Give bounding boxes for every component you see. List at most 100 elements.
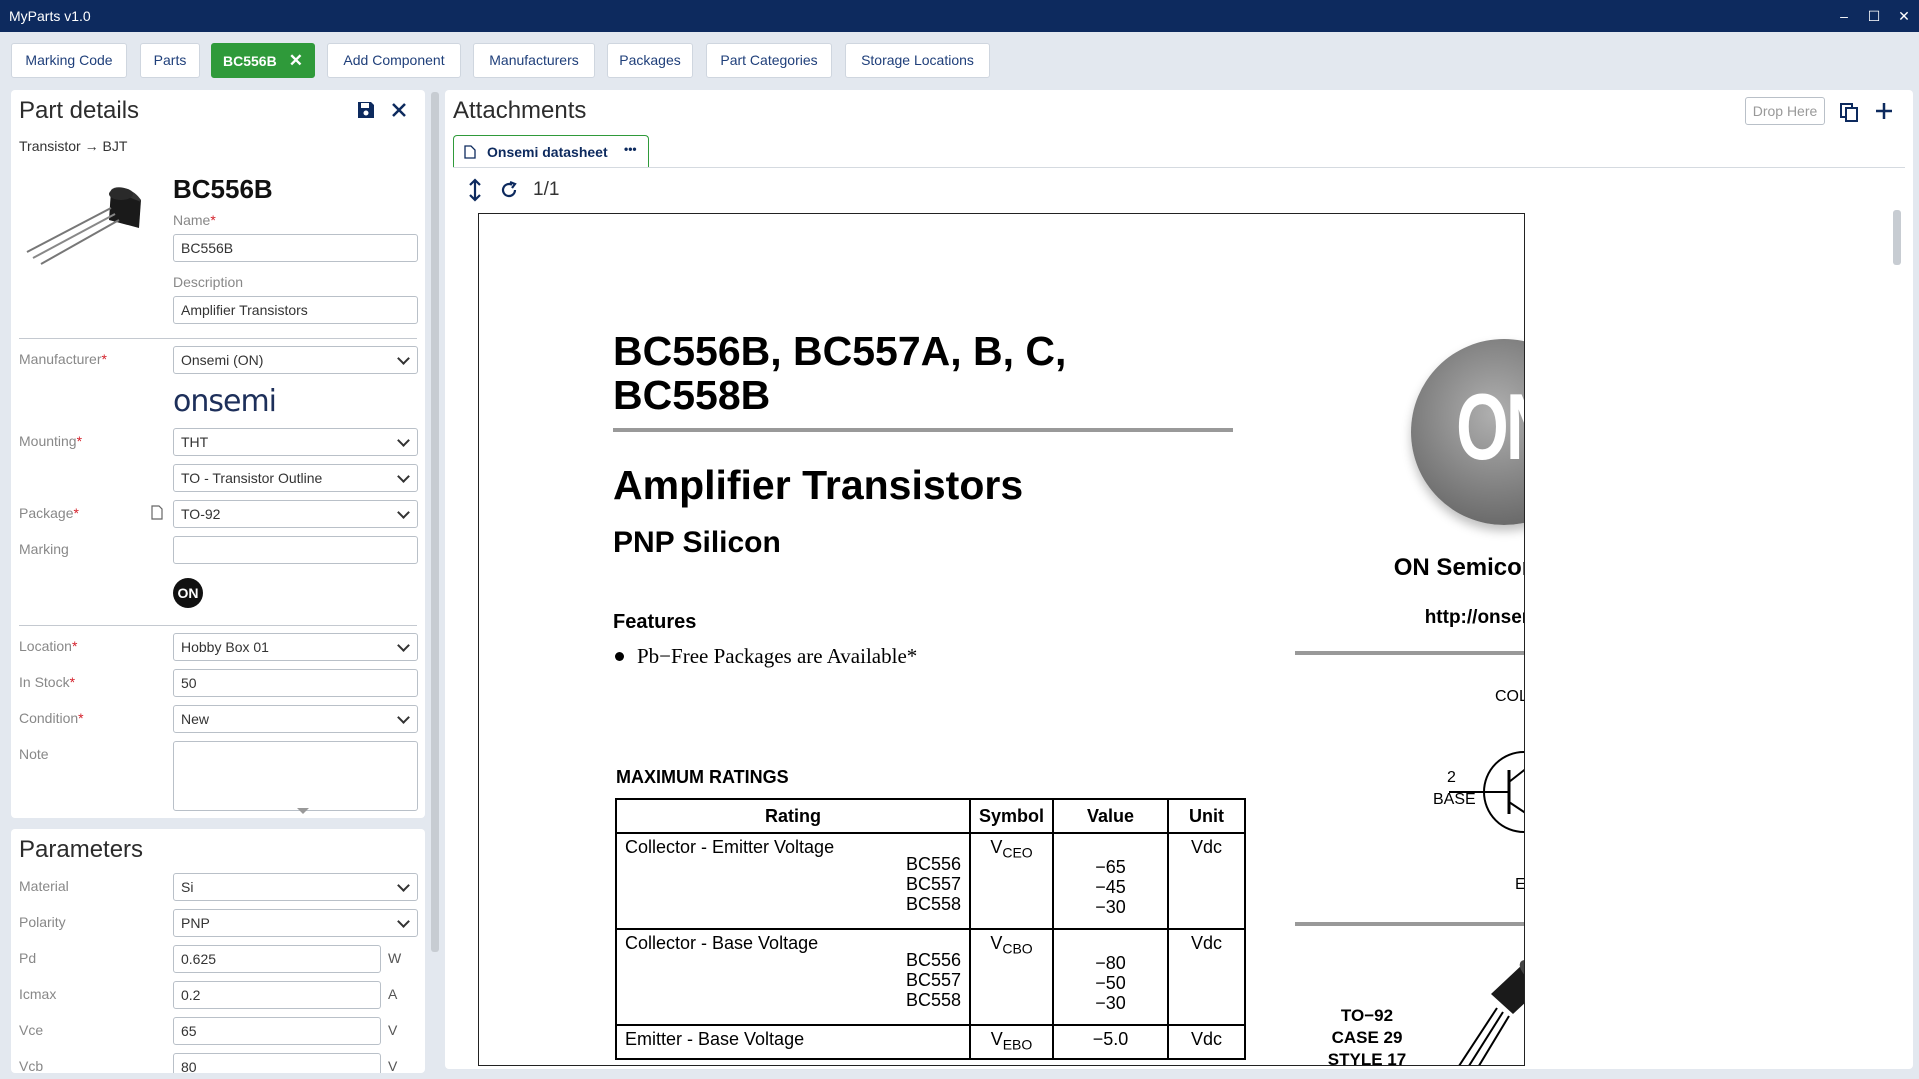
app-title: MyParts v1.0 bbox=[9, 8, 91, 24]
table-row: Collector - Base Voltage BC556 BC557 BC5… bbox=[615, 928, 1247, 1026]
pdf-page: BC556B, BC557A, B, C, BC558B Amplifier T… bbox=[478, 213, 1525, 1066]
value-cell: −5.0 bbox=[1052, 1024, 1170, 1060]
add-icon[interactable] bbox=[1875, 102, 1893, 120]
company-name: ON Semiconductor® bbox=[1393, 554, 1524, 581]
package-select[interactable]: TO-92 bbox=[173, 500, 418, 528]
tab-parts[interactable]: Parts bbox=[140, 43, 200, 78]
param-label: Material bbox=[19, 878, 69, 894]
manufacturer-select[interactable]: Onsemi (ON) bbox=[173, 346, 418, 374]
stock-label: In Stock* bbox=[19, 674, 76, 690]
table-row: Collector - Emitter Voltage BC556 BC557 … bbox=[615, 832, 1247, 930]
tab-label: BC556B bbox=[223, 53, 277, 69]
tab-bar: Marking Code Parts BC556B ✕ Add Component… bbox=[0, 32, 1919, 88]
rating-cell: Emitter - Base Voltage bbox=[615, 1024, 971, 1060]
collector-label: COLLECTOR bbox=[1495, 688, 1524, 705]
location-label: Location* bbox=[19, 638, 78, 654]
tab-label: Add Component bbox=[343, 52, 445, 68]
feature-item: Pb−Free Packages are Available* bbox=[637, 644, 918, 668]
ratings-title: MAXIMUM RATINGS bbox=[616, 767, 789, 787]
attachment-tab-label: Onsemi datasheet bbox=[487, 144, 608, 160]
polarity-select[interactable]: PNP bbox=[173, 909, 418, 937]
condition-select[interactable]: New bbox=[173, 705, 418, 733]
close-icon[interactable] bbox=[391, 102, 407, 118]
tab-storage-locations[interactable]: Storage Locations bbox=[845, 43, 990, 78]
drop-zone[interactable]: Drop Here bbox=[1745, 97, 1825, 125]
icmax-input[interactable]: 0.2 bbox=[173, 981, 381, 1009]
emitter-label: EMITTER bbox=[1515, 876, 1525, 893]
marking-input[interactable] bbox=[173, 536, 418, 564]
name-label: Name* bbox=[173, 212, 216, 228]
tab-part-categories[interactable]: Part Categories bbox=[706, 43, 832, 78]
part-details-title: Part details bbox=[19, 97, 140, 124]
maximize-button[interactable]: ☐ bbox=[1862, 4, 1886, 28]
title-bar: MyParts v1.0 – ☐ ✕ bbox=[0, 0, 1919, 32]
material-select[interactable]: Si bbox=[173, 873, 418, 901]
description-label: Description bbox=[173, 274, 244, 290]
tab-manufacturers[interactable]: Manufacturers bbox=[473, 43, 595, 78]
attachments-title: Attachments bbox=[453, 97, 587, 124]
part-image bbox=[26, 187, 141, 265]
symbol-cell: VCEO bbox=[968, 832, 1055, 930]
vce-input[interactable]: 65 bbox=[173, 1017, 381, 1045]
logo-text: ON bbox=[1456, 374, 1524, 479]
name-input[interactable]: BC556B bbox=[173, 234, 418, 262]
param-label: Vce bbox=[19, 1022, 44, 1038]
param-label: Polarity bbox=[19, 914, 66, 930]
minimize-button[interactable]: – bbox=[1832, 4, 1856, 28]
param-unit: V bbox=[388, 1022, 398, 1038]
package-family-select[interactable]: TO - Transistor Outline bbox=[173, 464, 418, 492]
package-info: TO−92 CASE 29 STYLE 17 bbox=[1327, 1006, 1407, 1066]
symbol-cell: VEBO bbox=[968, 1024, 1055, 1060]
pd-input[interactable]: 0.625 bbox=[173, 945, 381, 973]
bullet bbox=[615, 652, 624, 661]
close-tab-icon[interactable]: ✕ bbox=[289, 51, 303, 70]
datasheet-heading: Amplifier Transistors bbox=[613, 462, 1024, 508]
tab-bc556b[interactable]: BC556B ✕ bbox=[211, 43, 315, 78]
parameters-title: Parameters bbox=[19, 836, 144, 863]
resize-handle-icon[interactable] bbox=[297, 808, 309, 814]
transistor-symbol-icon bbox=[1449, 751, 1524, 833]
manufacturer-label: Manufacturer* bbox=[19, 351, 107, 367]
title-rule bbox=[613, 428, 1233, 432]
value-cell: −80 −50 −30 bbox=[1052, 928, 1170, 1026]
ratings-table: Rating Symbol Value Unit Collector - Emi… bbox=[615, 798, 1247, 1060]
note-textarea[interactable] bbox=[173, 741, 418, 811]
column-header: Symbol bbox=[968, 798, 1055, 834]
mounting-select[interactable]: THT bbox=[173, 428, 418, 456]
param-unit: V bbox=[388, 1058, 398, 1073]
mounting-label: Mounting* bbox=[19, 433, 83, 449]
symbol-cell: VCBO bbox=[968, 928, 1055, 1026]
datasheet-subheading: PNP Silicon bbox=[613, 526, 781, 559]
fit-height-icon[interactable] bbox=[469, 178, 481, 202]
tab-add-component[interactable]: Add Component bbox=[327, 43, 461, 78]
unit-cell: Vdc bbox=[1167, 1024, 1247, 1060]
more-icon[interactable]: ••• bbox=[624, 142, 637, 156]
paste-icon[interactable] bbox=[1839, 102, 1859, 122]
save-icon[interactable] bbox=[357, 101, 375, 119]
rotate-icon[interactable] bbox=[499, 180, 519, 200]
package-image bbox=[1458, 960, 1524, 1065]
table-header-row: Rating Symbol Value Unit bbox=[615, 798, 1247, 834]
features-title: Features bbox=[613, 611, 697, 633]
vcb-input[interactable]: 80 bbox=[173, 1053, 381, 1073]
close-window-button[interactable]: ✕ bbox=[1892, 4, 1916, 28]
parameters-panel: Parameters Material Si Polarity PNP Pd 0… bbox=[11, 829, 425, 1073]
column-header: Rating bbox=[615, 798, 971, 834]
column-header: Value bbox=[1052, 798, 1170, 834]
part-details-panel: Part details Transistor → BJT BC556B Nam… bbox=[11, 90, 425, 818]
location-select[interactable]: Hobby Box 01 bbox=[173, 633, 418, 661]
document-icon[interactable] bbox=[151, 505, 163, 520]
unit-cell: Vdc bbox=[1167, 832, 1247, 930]
param-unit: A bbox=[388, 986, 398, 1002]
rule bbox=[1295, 922, 1524, 926]
tab-marking-code[interactable]: Marking Code bbox=[11, 43, 127, 78]
left-scrollbar[interactable] bbox=[431, 92, 439, 952]
description-input[interactable]: Amplifier Transistors bbox=[173, 296, 418, 324]
pdf-scrollbar[interactable] bbox=[1893, 210, 1901, 265]
tab-packages[interactable]: Packages bbox=[607, 43, 693, 78]
divider bbox=[19, 625, 417, 626]
param-unit: W bbox=[388, 950, 402, 966]
stock-input[interactable]: 50 bbox=[173, 669, 418, 697]
param-label: Pd bbox=[19, 950, 37, 966]
tab-onsemi-datasheet[interactable]: Onsemi datasheet ••• bbox=[453, 135, 649, 167]
